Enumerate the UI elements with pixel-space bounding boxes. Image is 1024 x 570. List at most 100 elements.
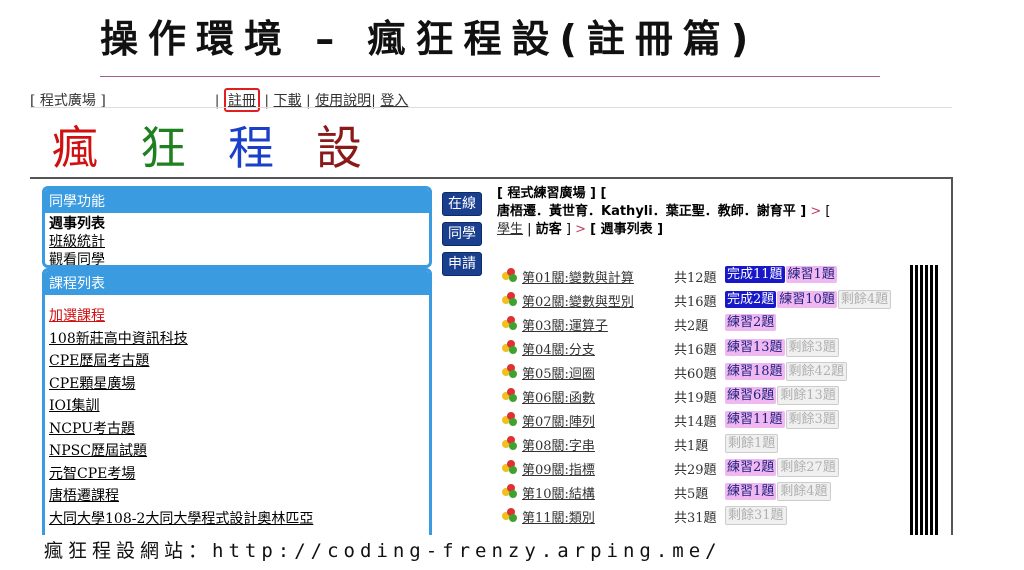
level-row: 第08關:字串 共1題 剩餘1題: [500, 433, 920, 455]
level-link[interactable]: 第11關:類別: [522, 507, 595, 526]
classmate-panel-title: 同學功能: [45, 189, 429, 213]
done-badge: 完成11題: [725, 266, 785, 283]
course-link[interactable]: 唐梧遷課程: [49, 488, 119, 504]
course-link[interactable]: CPE歷屆考古題: [49, 353, 149, 369]
level-progress: 練習11題 剩餘3題: [725, 410, 840, 429]
level-link[interactable]: 第08關:字串: [522, 435, 595, 454]
logo-character: 程: [228, 121, 274, 175]
level-row: 第06關:函數 共19題 練習6題 剩餘13題: [500, 385, 920, 407]
classmates-button[interactable]: 同學: [442, 222, 482, 246]
breadcrumb-guest[interactable]: 訪客: [536, 222, 562, 237]
add-course-link[interactable]: 加選課程: [49, 308, 105, 324]
breadcrumb-separator: |: [527, 222, 532, 237]
level-total: 共5題: [674, 487, 709, 502]
course-link[interactable]: 元智CPE考場: [49, 466, 135, 482]
remaining-badge: 剩餘27題: [777, 458, 839, 477]
level-icon: [502, 484, 518, 498]
level-link[interactable]: 第05關:迴圈: [522, 363, 595, 382]
course-link[interactable]: IOI集訓: [49, 398, 100, 414]
breadcrumb-plaza[interactable]: [ 程式練習廣場 ] [: [497, 186, 606, 201]
level-link[interactable]: 第07關:陣列: [522, 411, 595, 430]
level-link[interactable]: 第06關:函數: [522, 387, 595, 406]
content-divider: [30, 177, 952, 179]
scrollbar[interactable]: [910, 265, 938, 537]
level-link[interactable]: 第01關:變數與計算: [522, 267, 634, 286]
breadcrumb-arrow: >: [575, 222, 586, 237]
register-highlight: 註冊: [223, 88, 260, 112]
level-progress: 練習2題 剩餘27題: [725, 458, 840, 477]
practice-badge: 練習1題: [725, 483, 777, 500]
course-link[interactable]: CPE顆星廣場: [49, 376, 135, 392]
practice-badge: 練習2題: [725, 314, 777, 331]
top-navigation: [ 程式廣場 ] | 註冊 | 下載 | 使用說明| 登入: [30, 88, 408, 112]
level-total: 共1題: [674, 439, 709, 454]
logo-character: 設: [316, 121, 362, 175]
level-total: 共19題: [674, 391, 717, 406]
level-link[interactable]: 第02關:變數與型別: [522, 291, 634, 310]
level-total: 共16題: [674, 343, 717, 358]
site-logo[interactable]: 瘋狂程設: [52, 112, 404, 178]
practice-badge: 練習18題: [725, 363, 785, 380]
online-button[interactable]: 在線: [442, 192, 482, 216]
level-total: 共29題: [674, 463, 717, 478]
slide-title: 操作環境 – 瘋狂程設(註冊篇): [100, 17, 759, 61]
logo-character: 狂: [140, 121, 186, 175]
classmate-menu-item[interactable]: 觀看同學: [49, 252, 105, 265]
level-icon: [502, 436, 518, 450]
level-icon: [502, 388, 518, 402]
remaining-badge: 剩餘13題: [777, 386, 839, 405]
course-list: 加選課程 108新莊高中資訊科技 CPE歷屆考古題 CPE顆星廣場 IOI集訓 NCPU考…: [45, 295, 429, 532]
classmate-menu: 週事列表班級統計觀看同學: [45, 213, 429, 265]
course-link[interactable]: NCPU考古題: [49, 421, 135, 437]
level-progress: 完成11題 練習1題: [725, 266, 838, 283]
classmate-panel: 同學功能 週事列表班級統計觀看同學: [42, 186, 432, 268]
nav-divider: [30, 107, 952, 108]
remaining-badge: 剩餘1題: [725, 434, 779, 453]
classmate-menu-item[interactable]: 週事列表: [49, 216, 105, 232]
practice-badge: 練習10題: [777, 291, 837, 308]
level-icon: [502, 268, 518, 282]
level-link[interactable]: 第03關:運算子: [522, 315, 608, 334]
breadcrumb-arrow: >: [810, 204, 822, 219]
course-link[interactable]: 108新莊高中資訊科技: [49, 331, 188, 347]
breadcrumb-teachers[interactable]: 唐梧遷．黃世育．Kathyli．葉正聖．教師．謝育平 ]: [497, 204, 806, 219]
level-total: 共14題: [674, 415, 717, 430]
practice-badge: 練習1題: [785, 266, 837, 283]
level-total: 共2題: [674, 319, 709, 334]
course-link[interactable]: 大同大學108-2大同大學程式設計奧林匹亞: [49, 511, 313, 527]
level-total: 共16題: [674, 295, 717, 310]
level-icon: [502, 364, 518, 378]
done-badge: 完成2題: [725, 291, 777, 308]
level-progress: 剩餘31題: [725, 506, 788, 525]
practice-badge: 練習11題: [725, 411, 785, 428]
level-progress: 練習2題: [725, 314, 777, 331]
course-panel: 課程列表 加選課程 108新莊高中資訊科技 CPE歷屆考古題 CPE顆星廣場 IOI集訓…: [42, 268, 432, 554]
remaining-badge: 剩餘4題: [777, 482, 831, 501]
level-progress: 練習13題 剩餘3題: [725, 338, 840, 357]
remaining-badge: 剩餘4題: [837, 290, 892, 309]
breadcrumb-current: [ 週事列表 ]: [590, 222, 664, 237]
course-link[interactable]: NPSC歷屆試題: [49, 443, 147, 459]
level-link[interactable]: 第10關:結構: [522, 483, 595, 502]
level-row: 第07關:陣列 共14題 練習11題 剩餘3題: [500, 409, 920, 431]
breadcrumb-student-link[interactable]: 學生: [497, 222, 523, 237]
content-right-border: [951, 177, 953, 537]
classmate-menu-item[interactable]: 班級統計: [49, 234, 105, 250]
remaining-badge: 剩餘42題: [785, 362, 848, 381]
level-row: 第03關:運算子 共2題 練習2題: [500, 313, 920, 335]
practice-badge: 練習2題: [725, 459, 777, 476]
title-divider: [100, 76, 880, 77]
level-link[interactable]: 第09關:指標: [522, 459, 595, 478]
level-total: 共60題: [674, 367, 717, 382]
level-icon: [502, 508, 518, 522]
level-progress: 練習18題 剩餘42題: [725, 362, 848, 381]
breadcrumb-close: ]: [565, 222, 571, 237]
level-row: 第05關:迴圈 共60題 練習18題 剩餘42題: [500, 361, 920, 383]
level-icon: [502, 292, 518, 306]
remaining-badge: 剩餘3題: [785, 338, 839, 357]
level-progress: 練習1題 剩餘4題: [725, 482, 832, 501]
apply-button[interactable]: 申請: [442, 252, 482, 276]
level-row: 第04關:分支 共16題 練習13題 剩餘3題: [500, 337, 920, 359]
level-link[interactable]: 第04關:分支: [522, 339, 595, 358]
level-row: 第10關:結構 共5題 練習1題 剩餘4題: [500, 481, 920, 503]
